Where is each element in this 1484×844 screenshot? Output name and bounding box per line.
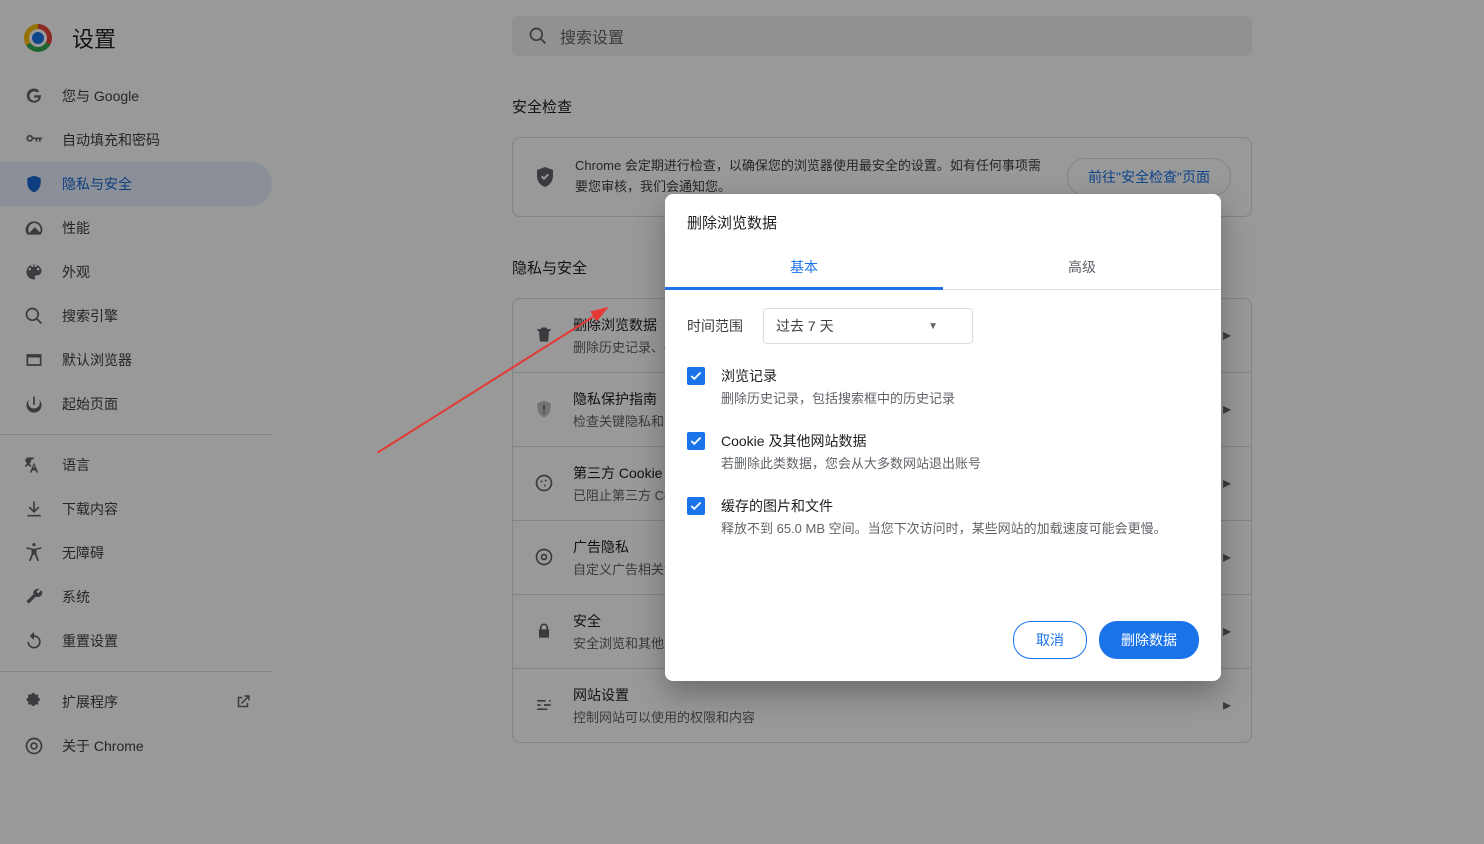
delete-data-button[interactable]: 删除数据 (1099, 621, 1199, 659)
check-sub: 释放不到 65.0 MB 空间。当您下次访问时，某些网站的加载速度可能会更慢。 (721, 519, 1199, 539)
time-range-label: 时间范围 (687, 316, 743, 336)
caret-down-icon: ▼ (928, 321, 938, 332)
check-sub: 若删除此类数据，您会从大多数网站退出账号 (721, 454, 1199, 474)
checkbox-cached[interactable] (687, 497, 705, 515)
checkbox-browsing-history[interactable] (687, 367, 705, 385)
time-range-value: 过去 7 天 (776, 316, 834, 336)
check-title: Cookie 及其他网站数据 (721, 431, 1199, 451)
clear-browsing-data-dialog: 删除浏览数据 基本 高级 时间范围 过去 7 天 ▼ 浏览记录 删除历史记录，包… (665, 194, 1221, 681)
check-title: 缓存的图片和文件 (721, 496, 1199, 516)
dialog-title: 删除浏览数据 (665, 194, 1221, 245)
checkbox-cookies[interactable] (687, 432, 705, 450)
check-sub: 删除历史记录，包括搜索框中的历史记录 (721, 389, 1199, 409)
time-range-select[interactable]: 过去 7 天 ▼ (763, 308, 973, 344)
check-title: 浏览记录 (721, 366, 1199, 386)
tab-basic[interactable]: 基本 (665, 245, 943, 289)
cancel-button[interactable]: 取消 (1013, 621, 1087, 659)
dialog-tabs: 基本 高级 (665, 245, 1221, 290)
tab-advanced[interactable]: 高级 (943, 245, 1221, 289)
